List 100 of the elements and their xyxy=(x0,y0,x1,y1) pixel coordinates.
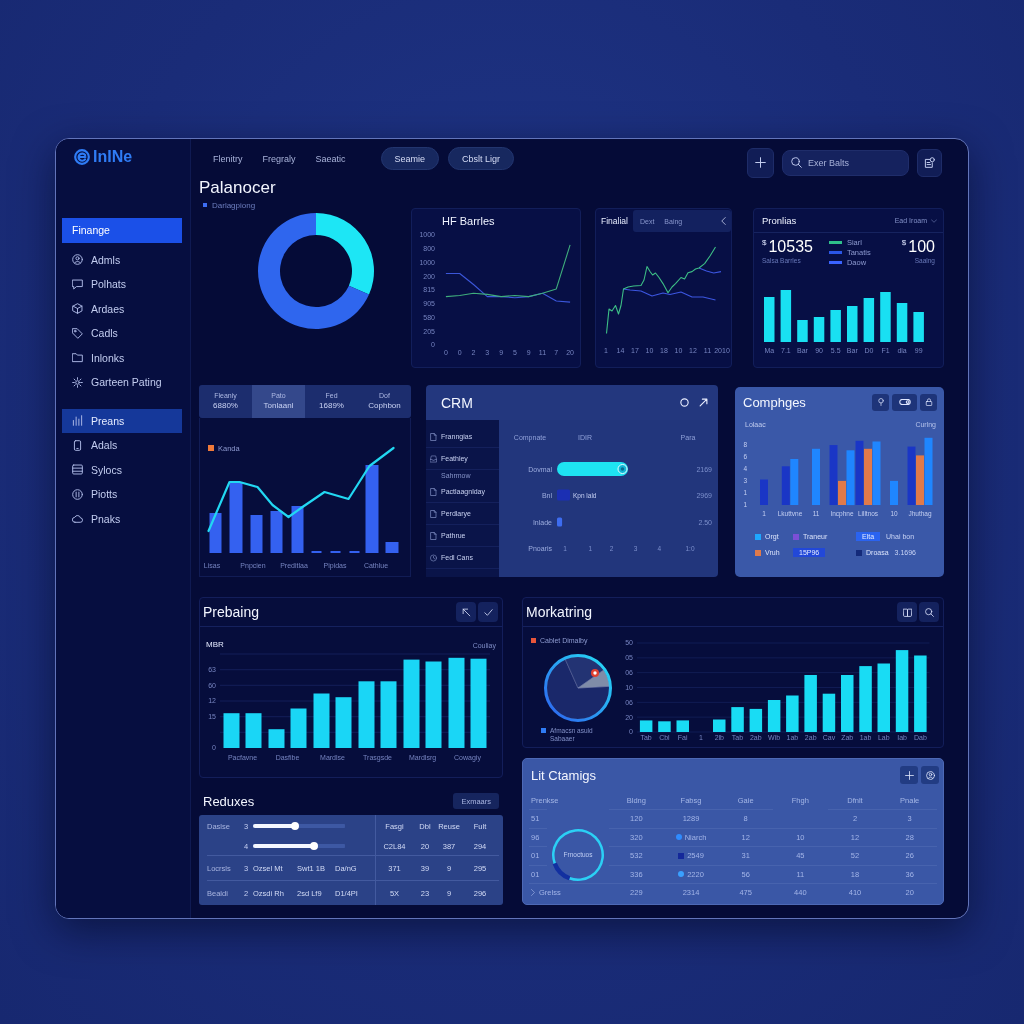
nav-link[interactable]: Fregraly xyxy=(262,153,296,164)
sidebar-item[interactable]: Admls xyxy=(62,247,182,272)
bar xyxy=(859,666,872,732)
bar xyxy=(872,441,881,505)
box-icon xyxy=(72,303,83,315)
coin-icon xyxy=(72,488,83,500)
sidebar-item[interactable]: Finange xyxy=(62,218,182,243)
legend-swatch-icon xyxy=(541,728,546,733)
slider-track[interactable] xyxy=(253,842,345,850)
chat-bubble-icon xyxy=(72,278,83,290)
bar xyxy=(896,303,908,342)
bar xyxy=(813,317,825,342)
tag-icon xyxy=(72,327,83,339)
pill-button[interactable]: Seamie xyxy=(380,147,440,170)
bar xyxy=(830,310,841,342)
phone-icon xyxy=(72,439,83,451)
tool-button[interactable] xyxy=(897,602,917,622)
slider-track[interactable] xyxy=(253,822,345,830)
list-icon xyxy=(72,464,83,476)
chevron-right-icon xyxy=(531,889,535,897)
sidebar-item[interactable]: Sylocs xyxy=(62,457,182,482)
bar xyxy=(790,459,799,505)
arrow-icon xyxy=(461,607,471,617)
bar xyxy=(767,700,781,732)
user-icon xyxy=(925,770,935,780)
gear-icon xyxy=(72,376,83,388)
card-title: HF Barrles xyxy=(441,214,496,229)
currency-symbol: $ xyxy=(901,238,907,248)
stat-value: 10535 xyxy=(768,238,813,255)
slider-thumb[interactable] xyxy=(291,822,300,830)
search-field[interactable]: Exer Balts xyxy=(782,149,909,176)
bar xyxy=(313,693,330,748)
sidebar-item[interactable]: Polhats xyxy=(62,272,182,297)
tool-button[interactable] xyxy=(456,602,476,622)
section-title: Reduxes xyxy=(203,793,255,809)
bar xyxy=(764,297,775,342)
bar xyxy=(229,483,243,553)
nav-link[interactable]: Saeatic xyxy=(315,153,346,164)
chevron-down-icon xyxy=(931,218,937,223)
card-title: Finalial xyxy=(601,216,628,226)
bar xyxy=(358,681,375,748)
sidebar-item[interactable]: Cadls xyxy=(62,321,182,346)
logo-text: InINe xyxy=(93,148,133,166)
legend-swatch-icon xyxy=(208,445,214,451)
document-button[interactable] xyxy=(917,148,942,177)
tool-button[interactable] xyxy=(872,393,889,411)
bar xyxy=(713,719,726,732)
tool-button[interactable] xyxy=(921,766,939,784)
sidebar-item[interactable]: Adals xyxy=(62,433,182,458)
bar xyxy=(760,479,768,505)
card-title: Lit Ctamigs xyxy=(531,767,597,783)
search-icon xyxy=(791,157,802,168)
currency-symbol: $ xyxy=(762,238,767,248)
bar xyxy=(270,511,283,553)
card-title: Comphges xyxy=(743,394,806,410)
book-icon xyxy=(902,607,912,617)
bar xyxy=(557,462,628,476)
bar xyxy=(731,707,744,732)
tool-button[interactable] xyxy=(892,393,917,411)
bar xyxy=(877,663,890,732)
document-icon xyxy=(924,157,935,168)
bar xyxy=(780,290,792,342)
axis-title: MBR xyxy=(206,640,224,649)
card-title: Morkatring xyxy=(526,604,593,620)
bar xyxy=(880,292,891,342)
bar xyxy=(907,446,916,505)
arrow-icon[interactable] xyxy=(699,398,708,407)
sidebar-item[interactable]: Preans xyxy=(62,408,182,433)
slider-thumb[interactable] xyxy=(309,842,318,850)
sidebar-item[interactable]: Inlonks xyxy=(62,345,182,370)
plus-icon xyxy=(755,157,766,168)
chevron-left-icon[interactable] xyxy=(721,217,726,225)
bar xyxy=(290,708,307,748)
nav-link[interactable]: Flenitry xyxy=(213,153,243,164)
sidebar-item[interactable]: Garteen Pating xyxy=(62,370,182,395)
bar xyxy=(291,506,304,553)
sidebar-item[interactable]: Ardaes xyxy=(62,296,182,321)
folder-icon xyxy=(72,352,83,364)
bar xyxy=(676,720,689,732)
add-button[interactable] xyxy=(747,147,774,178)
bar xyxy=(557,517,563,527)
marker-icon xyxy=(591,669,599,677)
tool-button[interactable] xyxy=(919,602,939,622)
legend-swatch-icon xyxy=(531,637,536,643)
user-icon xyxy=(72,254,83,266)
tool-button[interactable] xyxy=(900,766,918,784)
toggle-icon xyxy=(898,399,911,405)
knob-icon xyxy=(617,464,628,474)
bar xyxy=(658,721,671,732)
sidebar-item[interactable]: Piotts xyxy=(62,482,182,507)
card-title: Pronlias xyxy=(762,215,797,226)
bar xyxy=(380,681,397,748)
bar xyxy=(781,466,790,505)
bar xyxy=(749,708,763,732)
sidebar-item[interactable]: Pnaks xyxy=(62,506,182,531)
document-icon xyxy=(430,432,437,441)
circle-icon[interactable] xyxy=(680,398,689,407)
tool-button[interactable] xyxy=(920,393,937,411)
bar xyxy=(335,697,352,748)
pill-button[interactable]: Cbslt Ligr xyxy=(448,147,515,170)
